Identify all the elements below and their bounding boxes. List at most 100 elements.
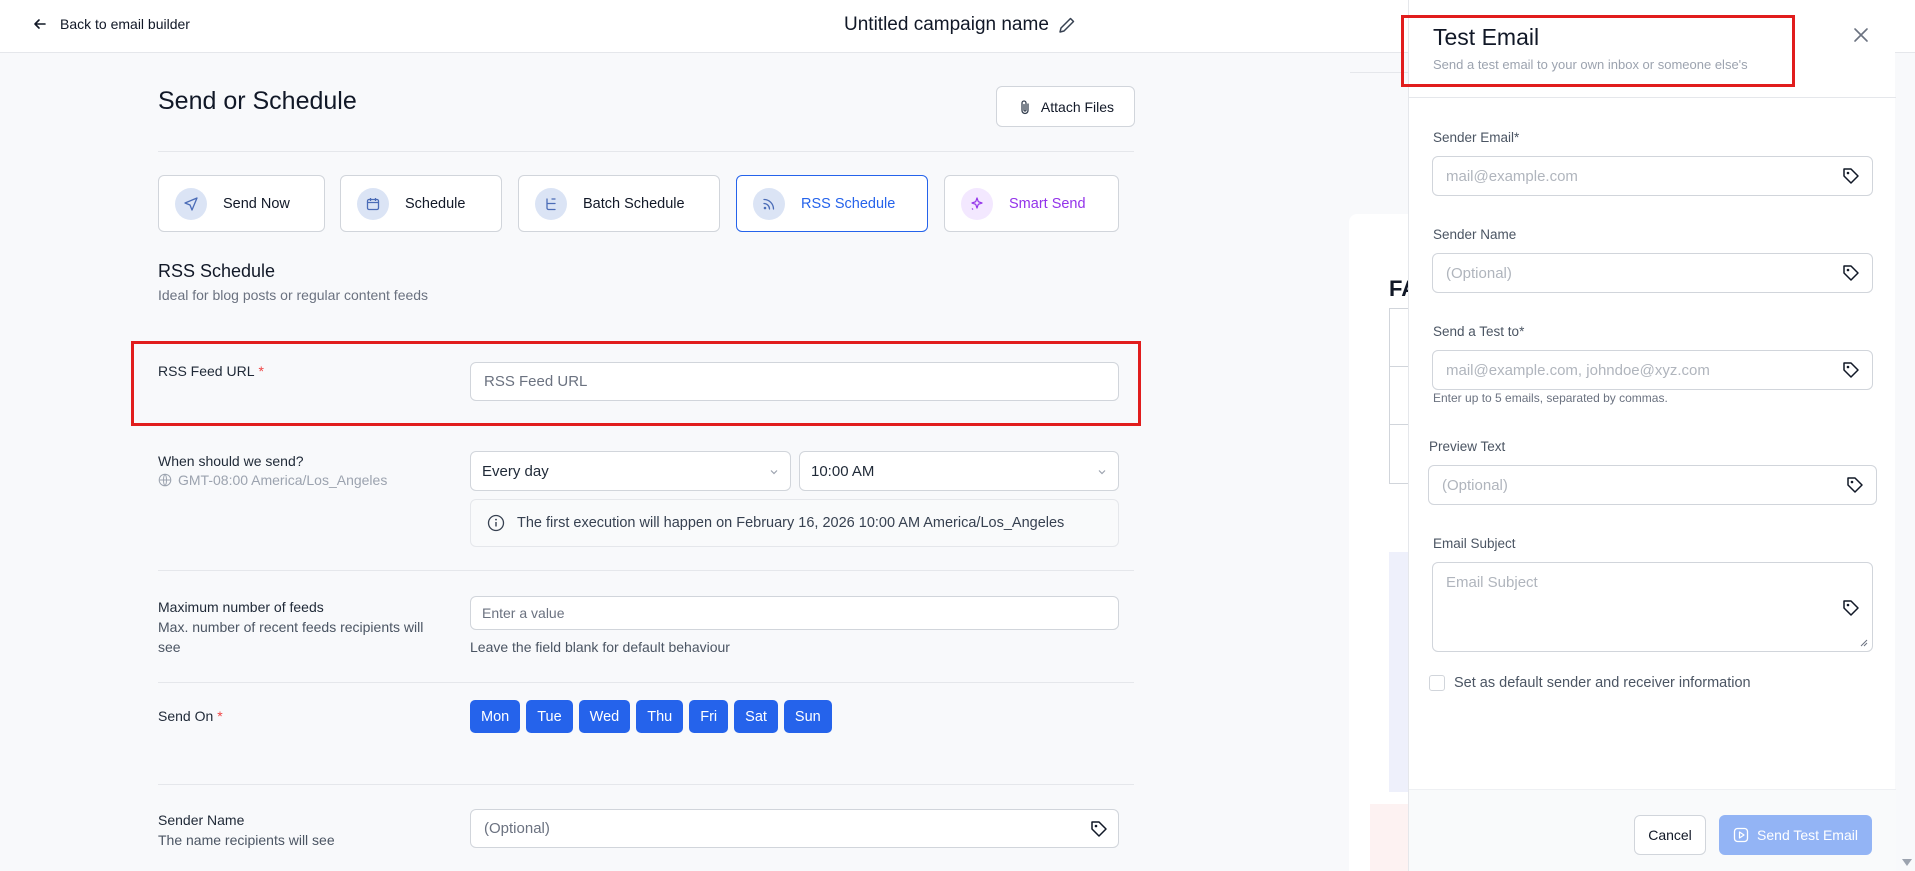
timezone-text: GMT-08:00 America/Los_Angeles — [178, 472, 388, 488]
tag-icon[interactable] — [1841, 166, 1861, 186]
resize-handle-icon[interactable] — [1858, 637, 1868, 647]
time-value: 10:00 AM — [811, 462, 875, 480]
mode-label: RSS Schedule — [801, 195, 896, 212]
sender-email-label: Sender Email* — [1433, 130, 1520, 145]
attach-files-label: Attach Files — [1040, 98, 1115, 115]
paperclip-icon — [1021, 99, 1029, 114]
send-test-to-label: Send a Test to* — [1433, 324, 1525, 339]
max-feeds-label-text: Maximum number of feeds — [158, 599, 324, 615]
tag-icon[interactable] — [1089, 819, 1109, 839]
sender-name-input[interactable]: (Optional) — [470, 809, 1119, 848]
max-feeds-hint: Leave the field blank for default behavi… — [470, 639, 730, 655]
mode-label: Smart Send — [1009, 195, 1086, 212]
max-feeds-input[interactable]: Enter a value — [470, 596, 1119, 630]
section-title: RSS Schedule — [158, 261, 276, 281]
divider — [158, 570, 1134, 571]
sender-email-input[interactable]: mail@example.com — [1432, 156, 1873, 196]
send-test-to-input[interactable]: mail@example.com, johndoe@xyz.com — [1432, 350, 1873, 390]
back-label: Back to email builder — [60, 16, 190, 32]
tag-icon[interactable] — [1841, 263, 1861, 283]
execution-info: The first execution will happen on Febru… — [470, 499, 1119, 547]
mode-label: Schedule — [405, 195, 466, 212]
day-toggle-fri[interactable]: Fri — [689, 700, 729, 733]
send-on-label: Send On * — [158, 708, 223, 724]
preview-text-input[interactable]: (Optional) — [1428, 465, 1877, 505]
email-subject-textarea[interactable]: Email Subject — [1432, 562, 1873, 652]
tag-icon[interactable] — [1841, 360, 1861, 380]
day-toggle-wed[interactable]: Wed — [578, 700, 631, 733]
mode-send-now[interactable]: Send Now — [158, 175, 325, 232]
scroll-down-arrow-icon[interactable] — [1902, 859, 1912, 866]
drawer-sender-name-label: Sender Name — [1433, 227, 1517, 242]
drawer-sender-name-input[interactable]: (Optional) — [1432, 253, 1873, 293]
preview-block — [1389, 552, 1409, 792]
sparkle-icon — [961, 187, 993, 220]
time-select[interactable]: 10:00 AM — [799, 451, 1119, 491]
mode-batch-schedule[interactable]: Batch Schedule — [518, 175, 720, 232]
mode-rss-schedule[interactable]: RSS Schedule — [736, 175, 928, 232]
send-icon — [175, 187, 207, 220]
pencil-icon[interactable] — [1057, 15, 1077, 35]
day-toggle-sat[interactable]: Sat — [734, 700, 778, 733]
batch-icon — [535, 187, 567, 220]
rss-feed-url-input[interactable]: RSS Feed URL — [470, 362, 1119, 401]
send-test-email-label: Send Test Email — [1757, 827, 1858, 843]
max-feeds-sub: Max. number of recent feeds recipients w… — [158, 619, 424, 655]
campaign-name[interactable]: Untitled campaign name — [844, 14, 1077, 36]
chevron-down-icon — [1098, 470, 1106, 475]
send-on-days: Mon Tue Wed Thu Fri Sat Sun — [470, 700, 832, 733]
sender-name-placeholder: (Optional) — [484, 820, 550, 837]
calendar-icon — [357, 187, 389, 220]
send-on-label-text: Send On — [158, 708, 214, 724]
email-subject-placeholder: Email Subject — [1446, 574, 1538, 591]
mode-label: Send Now — [223, 195, 290, 212]
max-feeds-placeholder: Enter a value — [482, 605, 565, 621]
drawer-footer: Cancel Send Test Email — [1409, 789, 1896, 871]
attach-files-button[interactable]: Attach Files — [996, 86, 1135, 127]
section-subtitle: Ideal for blog posts or regular content … — [158, 287, 429, 303]
highlight-box-title — [1401, 15, 1795, 87]
day-toggle-sun[interactable]: Sun — [783, 700, 832, 733]
divider — [158, 682, 1134, 683]
campaign-name-text: Untitled campaign name — [844, 14, 1049, 35]
day-toggle-thu[interactable]: Thu — [636, 700, 684, 733]
default-info-checkbox[interactable] — [1429, 675, 1445, 691]
preview-text-placeholder: (Optional) — [1442, 476, 1508, 494]
mode-smart-send[interactable]: Smart Send — [944, 175, 1119, 232]
preview-row — [1390, 367, 1409, 425]
close-icon[interactable] — [1852, 26, 1870, 44]
rss-feed-url-placeholder: RSS Feed URL — [484, 373, 588, 390]
day-toggle-mon[interactable]: Mon — [470, 700, 521, 733]
test-email-drawer: Test Email Send a test email to your own… — [1401, 0, 1896, 871]
play-icon — [1733, 827, 1749, 843]
max-feeds-label: Maximum number of feeds Max. number of r… — [158, 597, 448, 657]
default-info-label: Set as default sender and receiver infor… — [1454, 675, 1751, 691]
tag-icon[interactable] — [1845, 475, 1865, 495]
divider — [158, 784, 1134, 785]
default-info-checkbox-row[interactable]: Set as default sender and receiver infor… — [1429, 675, 1751, 691]
page-title: Send or Schedule — [158, 87, 357, 115]
rss-feed-url-label: RSS Feed URL * — [158, 363, 264, 379]
arrow-left-icon — [34, 19, 46, 29]
tag-icon[interactable] — [1841, 598, 1861, 618]
rss-label-text: RSS Feed URL — [158, 363, 255, 379]
preview-block — [1370, 804, 1409, 871]
send-schedule-panel: Send or Schedule Attach Files Send Now S… — [0, 53, 1325, 871]
cancel-button[interactable]: Cancel — [1634, 815, 1706, 855]
preview-text-label: Preview Text — [1429, 439, 1506, 454]
send-test-to-placeholder: mail@example.com, johndoe@xyz.com — [1446, 361, 1710, 379]
divider — [158, 151, 1134, 152]
required-mark: * — [258, 363, 264, 379]
globe-icon — [158, 473, 172, 487]
required-mark: * — [217, 708, 223, 724]
back-to-builder-link[interactable]: Back to email builder — [32, 16, 190, 32]
day-toggle-tue[interactable]: Tue — [526, 700, 573, 733]
mode-label: Batch Schedule — [583, 195, 685, 212]
chevron-down-icon — [770, 470, 778, 475]
when-label: When should we send? GMT-08:00 America/L… — [158, 453, 387, 488]
frequency-value: Every day — [482, 462, 549, 480]
frequency-select[interactable]: Every day — [470, 451, 791, 491]
sender-name-label-text: Sender Name — [158, 812, 245, 828]
mode-schedule[interactable]: Schedule — [340, 175, 502, 232]
send-test-email-button[interactable]: Send Test Email — [1719, 815, 1872, 855]
